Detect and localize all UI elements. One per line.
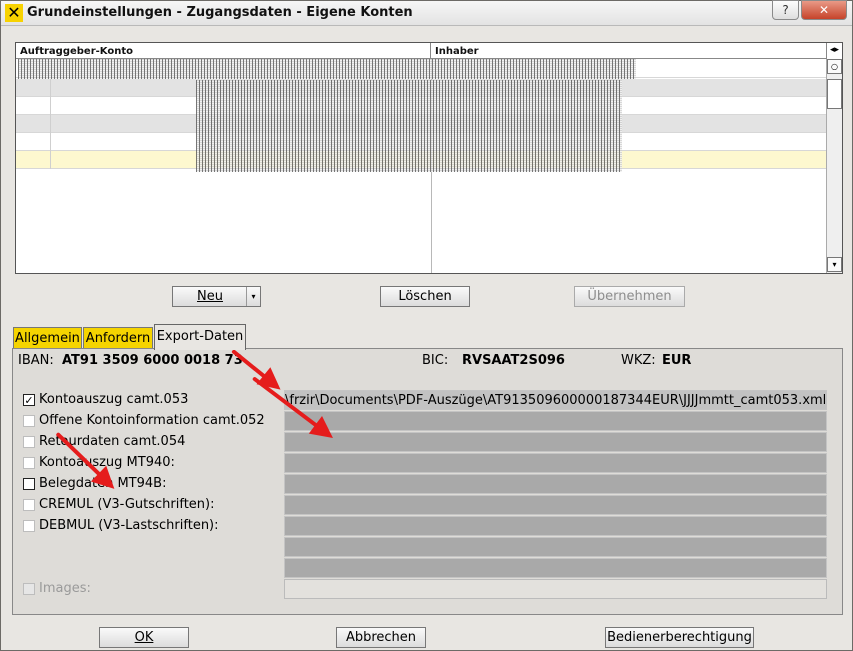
scroll-thumb[interactable] — [827, 79, 842, 109]
accounts-table[interactable]: Auftraggeber-Konto Inhaber ◂▸ ○ ▾ — [15, 42, 843, 274]
checkbox-unchecked[interactable] — [23, 457, 35, 469]
new-button[interactable]: Neu ▾ — [172, 286, 261, 307]
iban-value: AT91 3509 6000 0018 73 — [62, 353, 243, 368]
window-title: Grundeinstellungen - Zugangsdaten - Eige… — [27, 5, 413, 20]
checkbox-label: DEBMUL (V3-Lastschriften): — [39, 518, 219, 533]
wkz-value: EUR — [662, 353, 692, 368]
chevron-down-icon[interactable]: ▾ — [246, 287, 260, 306]
images-path-field — [284, 579, 827, 599]
export-path-extra — [284, 537, 827, 557]
export-path-text: \frzir\Documents\PDF-Auszüge\AT913509600… — [285, 393, 827, 408]
bic-value: RVSAAT2S096 — [462, 353, 565, 368]
vertical-scrollbar[interactable]: ○ ▾ — [826, 59, 842, 273]
column-chooser-icon[interactable]: ◂▸ — [826, 43, 842, 59]
new-button-label: Neu — [197, 289, 223, 304]
redacted-content — [196, 80, 622, 172]
user-permissions-button[interactable]: Bedienerberechtigung — [605, 627, 754, 648]
raiffeisen-logo-icon: ✕ — [5, 4, 23, 22]
export-path-mt94b — [284, 474, 827, 494]
close-button[interactable]: ✕ — [801, 0, 847, 20]
checkbox-unchecked[interactable] — [23, 436, 35, 448]
wkz-label: WKZ: — [621, 353, 656, 368]
column-header-auftraggeber[interactable]: Auftraggeber-Konto — [16, 43, 431, 59]
checkbox-checked[interactable]: ✓ — [23, 394, 35, 406]
export-path-camt053[interactable]: \frzir\Documents\PDF-Auszüge\AT913509600… — [284, 390, 827, 410]
checkbox-label: Images: — [39, 581, 91, 596]
title-bar: ✕ Grundeinstellungen - Zugangsdaten - Ei… — [1, 0, 852, 26]
help-button[interactable]: ? — [772, 0, 799, 20]
ok-button-label: OK — [134, 630, 154, 645]
export-path-cremul — [284, 495, 827, 515]
table-header: Auftraggeber-Konto Inhaber — [16, 43, 826, 59]
checkbox-unchecked[interactable] — [23, 478, 35, 490]
export-path-camt054 — [284, 432, 827, 452]
cancel-button[interactable]: Abbrechen — [336, 627, 426, 648]
tab-anfordern[interactable]: Anfordern — [83, 327, 153, 349]
tab-export-daten[interactable]: Export-Daten — [154, 324, 246, 350]
checkbox-disabled[interactable] — [23, 583, 35, 595]
checkbox-unchecked[interactable] — [23, 520, 35, 532]
export-path-camt052 — [284, 411, 827, 431]
delete-button[interactable]: Löschen — [380, 286, 470, 307]
checkbox-unchecked[interactable] — [23, 415, 35, 427]
export-path-mt940 — [284, 453, 827, 473]
scroll-down-icon[interactable]: ▾ — [827, 257, 842, 272]
checkbox-label: Kontoauszug camt.053 — [39, 392, 189, 407]
bic-label: BIC: — [422, 353, 449, 368]
ok-button[interactable]: OK — [99, 627, 189, 648]
redacted-content — [18, 59, 636, 79]
scroll-up-icon[interactable]: ○ — [827, 59, 842, 74]
iban-label: IBAN: — [18, 353, 54, 368]
export-path-extra — [284, 558, 827, 578]
settings-dialog: ✕ Grundeinstellungen - Zugangsdaten - Ei… — [0, 0, 853, 651]
apply-button[interactable]: Übernehmen — [574, 286, 685, 307]
column-header-inhaber[interactable]: Inhaber — [431, 43, 826, 59]
checkbox-label: CREMUL (V3-Gutschriften): — [39, 497, 215, 512]
checkbox-unchecked[interactable] — [23, 499, 35, 511]
export-path-debmul — [284, 516, 827, 536]
tab-allgemein[interactable]: Allgemein — [13, 327, 82, 349]
checkbox-label: Offene Kontoinformation camt.052 — [39, 413, 265, 428]
